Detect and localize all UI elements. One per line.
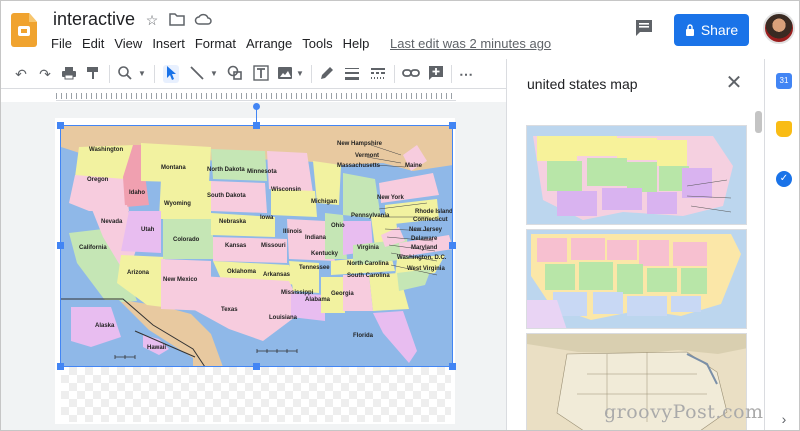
- resize-handle-s[interactable]: [253, 363, 260, 370]
- tasks-icon[interactable]: ✓: [776, 171, 792, 187]
- menu-file[interactable]: File: [51, 36, 78, 51]
- panel-scrollbar[interactable]: [755, 111, 762, 133]
- menu-insert[interactable]: Insert: [152, 36, 191, 51]
- resize-handle-sw[interactable]: [57, 363, 64, 370]
- expand-panel-icon[interactable]: ›: [776, 411, 792, 427]
- share-button[interactable]: Share: [674, 14, 749, 46]
- line-weight-icon[interactable]: [344, 65, 360, 83]
- avatar[interactable]: [763, 12, 795, 44]
- search-result[interactable]: [526, 229, 747, 329]
- cloud-saved-icon[interactable]: [194, 12, 212, 28]
- lock-icon: [685, 24, 694, 36]
- line-dash-icon[interactable]: [370, 65, 386, 83]
- last-edit-link[interactable]: Last edit was 2 minutes ago: [390, 36, 551, 51]
- resize-handle-w[interactable]: [57, 242, 64, 249]
- document-title[interactable]: interactive: [53, 9, 135, 30]
- horizontal-ruler[interactable]: [56, 89, 456, 101]
- redo-icon[interactable]: ↷: [37, 65, 53, 83]
- comment-history-icon[interactable]: [633, 17, 659, 41]
- share-label: Share: [700, 22, 739, 38]
- print-icon[interactable]: [61, 65, 77, 83]
- title-bar: interactive ☆ File Edit View Insert Form…: [1, 1, 799, 59]
- menu-tools[interactable]: Tools: [302, 36, 338, 51]
- move-folder-icon[interactable]: [169, 12, 185, 28]
- selection-frame: [60, 125, 453, 367]
- undo-icon[interactable]: ↶: [13, 65, 29, 83]
- menu-arrange[interactable]: Arrange: [246, 36, 298, 51]
- toolbar: ↶ ↷ ▼ ▼ ▼ ⋯: [1, 59, 506, 89]
- keep-icon[interactable]: [776, 121, 792, 137]
- slides-logo-icon[interactable]: [11, 13, 37, 47]
- resize-handle-nw[interactable]: [57, 122, 64, 129]
- image-search-panel: united states map ✕: [506, 59, 764, 430]
- app-window: interactive ☆ File Edit View Insert Form…: [0, 0, 800, 431]
- textbox-icon[interactable]: [253, 65, 269, 83]
- calendar-icon[interactable]: 31: [776, 73, 792, 89]
- transparent-area: [61, 367, 451, 422]
- image-icon[interactable]: [277, 65, 293, 83]
- pen-icon[interactable]: [319, 65, 335, 83]
- close-icon[interactable]: ✕: [724, 73, 744, 93]
- shape-icon[interactable]: [227, 65, 243, 83]
- watermark: groovyPost.com: [604, 401, 764, 423]
- resize-handle-n[interactable]: [253, 122, 260, 129]
- comment-add-icon[interactable]: [428, 65, 444, 83]
- menu-view[interactable]: View: [114, 36, 148, 51]
- menu-format[interactable]: Format: [195, 36, 242, 51]
- search-query[interactable]: united states map: [527, 76, 638, 92]
- search-result[interactable]: [526, 125, 747, 225]
- zoom-dropdown-icon[interactable]: ▼: [137, 65, 147, 83]
- resize-handle-ne[interactable]: [449, 122, 456, 129]
- side-panel-rail: 31 ✓ ›: [764, 59, 799, 430]
- menu-help[interactable]: Help: [343, 36, 376, 51]
- line-dropdown-icon[interactable]: ▼: [209, 65, 219, 83]
- line-icon[interactable]: [189, 65, 205, 83]
- more-icon[interactable]: ⋯: [458, 65, 474, 83]
- menu-edit[interactable]: Edit: [82, 36, 110, 51]
- paint-format-icon[interactable]: [85, 65, 101, 83]
- zoom-icon[interactable]: [117, 65, 133, 83]
- rotate-handle[interactable]: [253, 103, 260, 110]
- select-icon[interactable]: [163, 65, 179, 83]
- resize-handle-se[interactable]: [449, 363, 456, 370]
- link-icon[interactable]: [402, 65, 420, 83]
- resize-handle-e[interactable]: [449, 242, 456, 249]
- menu-bar: File Edit View Insert Format Arrange Too…: [51, 36, 379, 51]
- star-icon[interactable]: ☆: [144, 12, 160, 28]
- image-dropdown-icon[interactable]: ▼: [295, 65, 305, 83]
